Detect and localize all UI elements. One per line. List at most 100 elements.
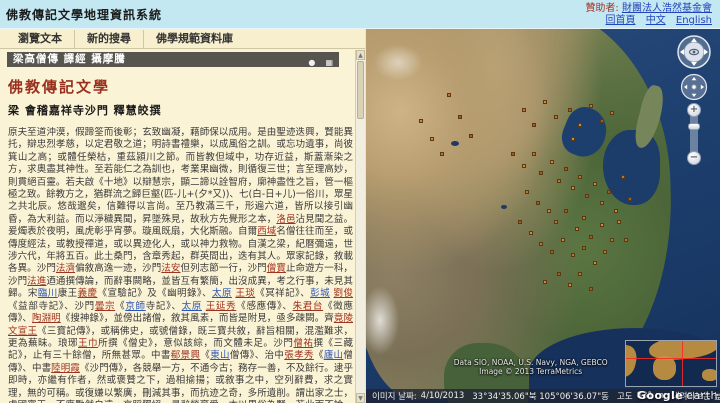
lang-chinese-link[interactable]: 中文 <box>646 15 666 26</box>
map-marker[interactable] <box>468 133 473 138</box>
map-marker[interactable] <box>571 186 576 191</box>
map-marker[interactable] <box>419 118 424 123</box>
map-marker[interactable] <box>543 100 547 105</box>
person-link[interactable]: 王琰 <box>235 288 255 299</box>
map-marker[interactable] <box>578 174 583 179</box>
map-marker[interactable] <box>546 208 551 213</box>
home-link[interactable]: 回首頁 <box>606 15 636 26</box>
person-link[interactable]: 郗景興 <box>171 350 201 361</box>
person-link[interactable]: 王巾 <box>78 338 98 349</box>
map-marker[interactable] <box>606 189 611 194</box>
zoom-out-button[interactable]: − <box>687 151 701 165</box>
scroll-up-icon[interactable]: ▲ <box>356 50 365 60</box>
person-link[interactable]: 法濟 <box>56 263 75 274</box>
map-marker[interactable] <box>589 234 594 239</box>
person-link[interactable]: 張孝秀 <box>284 350 314 361</box>
map-marker[interactable] <box>617 219 622 224</box>
look-joystick-icon[interactable] <box>676 34 712 70</box>
map-marker[interactable] <box>564 167 569 172</box>
map-marker[interactable] <box>567 283 572 288</box>
person-link[interactable]: 曇宗 <box>95 301 115 312</box>
map-marker[interactable] <box>560 238 565 243</box>
sponsor-link[interactable]: 財團法人浩然基金會 <box>622 3 712 14</box>
place-link[interactable]: 京師 <box>125 301 145 312</box>
map-marker[interactable] <box>581 216 586 220</box>
map-marker[interactable] <box>613 208 618 213</box>
zoom-in-button[interactable]: + <box>687 103 701 117</box>
scroll-down-icon[interactable]: ▼ <box>356 393 365 403</box>
place-link[interactable]: 廬山 <box>324 350 344 361</box>
place-link[interactable]: 臨川 <box>38 288 58 299</box>
map-marker-icon[interactable]: ● <box>308 58 315 67</box>
map-marker[interactable] <box>557 272 562 277</box>
map-marker[interactable] <box>610 238 615 243</box>
map-marker[interactable] <box>447 92 452 97</box>
person-link[interactable]: 西域 <box>257 226 276 237</box>
map-marker[interactable] <box>543 279 547 284</box>
person-link[interactable]: 陸明霞 <box>51 363 80 374</box>
place-link[interactable]: 太原 <box>212 288 232 299</box>
person-link[interactable]: 僧祐 <box>293 338 313 349</box>
person-link[interactable]: 僧寶 <box>267 263 286 274</box>
zoom-slider[interactable]: + − <box>687 103 701 165</box>
map-marker[interactable] <box>599 118 604 123</box>
map-marker[interactable] <box>599 201 604 206</box>
tab-browse-text[interactable]: 瀏覽文本 <box>6 29 75 48</box>
place-link[interactable]: 太原 <box>182 301 202 312</box>
map-marker[interactable] <box>567 107 572 112</box>
map-marker[interactable] <box>571 253 576 258</box>
map-marker[interactable] <box>511 152 516 157</box>
map-marker[interactable] <box>525 189 530 194</box>
map-marker[interactable] <box>518 219 523 224</box>
map-marker[interactable] <box>592 182 597 187</box>
map-marker[interactable] <box>574 227 579 232</box>
move-joystick-icon[interactable] <box>680 73 708 101</box>
map-marker[interactable] <box>521 163 526 168</box>
place-link[interactable]: 彭城 <box>310 288 330 299</box>
map-marker[interactable] <box>571 137 576 142</box>
map-marker[interactable] <box>521 107 526 112</box>
map-marker[interactable] <box>553 115 558 120</box>
map-marker[interactable] <box>624 238 629 243</box>
map-marker[interactable] <box>532 122 537 127</box>
person-link[interactable]: 王延秀 <box>206 301 237 312</box>
place-link[interactable]: 東山 <box>210 350 230 361</box>
map-marker[interactable] <box>539 242 544 247</box>
map-marker[interactable] <box>589 103 594 108</box>
map-marker[interactable] <box>581 245 586 250</box>
map-marker[interactable] <box>599 223 604 228</box>
overview-inset-map[interactable] <box>625 340 717 387</box>
map-marker[interactable] <box>550 249 555 254</box>
map-marker[interactable] <box>564 208 569 213</box>
map-marker[interactable] <box>532 152 537 157</box>
person-link[interactable]: 陶淵明 <box>32 313 61 324</box>
tab-new-search[interactable]: 新的搜尋 <box>75 29 144 48</box>
map-marker[interactable] <box>550 159 555 164</box>
scrollbar-thumb[interactable] <box>357 61 364 119</box>
lang-english-link[interactable]: English <box>676 15 712 26</box>
map-marker[interactable] <box>458 115 463 120</box>
zoom-slider-thumb[interactable] <box>688 123 700 130</box>
map-marker[interactable] <box>553 219 558 224</box>
map-marker[interactable] <box>528 230 533 235</box>
map-marker[interactable] <box>627 197 632 202</box>
map-marker[interactable] <box>429 137 434 142</box>
map-marker[interactable] <box>535 201 540 206</box>
map-marker[interactable] <box>589 287 594 292</box>
tab-authority-database[interactable]: 佛學規範資料庫 <box>144 30 245 48</box>
doc-scrollbar[interactable]: ▲ ▼ <box>355 50 365 403</box>
map-marker[interactable] <box>578 122 583 127</box>
map-marker[interactable] <box>539 171 544 176</box>
person-link[interactable]: 洛邑 <box>276 214 295 225</box>
map-marker[interactable] <box>592 260 597 265</box>
person-link[interactable]: 法進 <box>27 276 46 287</box>
map-marker[interactable] <box>603 249 608 254</box>
map-viewport[interactable]: + − Data SIO, NOAA, U.S. Navy, NGA, GEBC… <box>365 29 720 403</box>
map-marker[interactable] <box>578 272 583 277</box>
person-link[interactable]: 法安 <box>161 263 180 274</box>
map-marker[interactable] <box>440 152 445 157</box>
person-link[interactable]: 劉俊 <box>334 288 353 299</box>
list-view-icon[interactable]: ▦ <box>325 58 333 67</box>
map-marker[interactable] <box>557 178 562 183</box>
person-link[interactable]: 朱君台 <box>293 301 324 312</box>
